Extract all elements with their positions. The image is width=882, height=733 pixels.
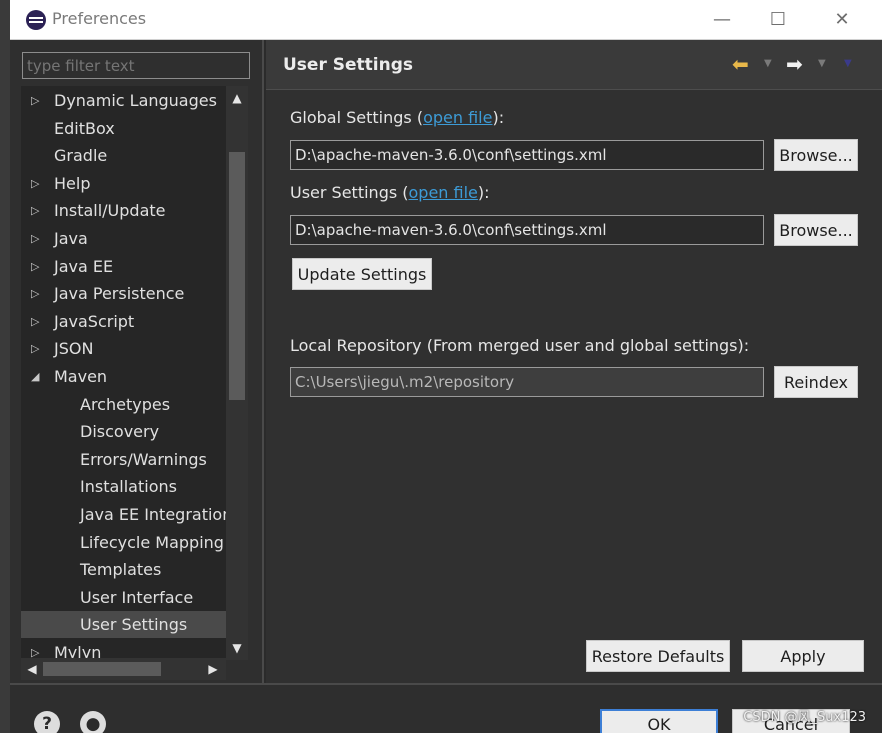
update-settings-button[interactable]: Update Settings bbox=[292, 258, 432, 290]
page-title: User Settings bbox=[283, 55, 413, 75]
scroll-left-icon[interactable]: ◀ bbox=[23, 658, 41, 680]
preference-tree: ▷ Dynamic Languages EditBox Gradle ▷ Help ▷ Ins… bbox=[21, 86, 226, 660]
tree-item-label: Java EE bbox=[54, 256, 114, 276]
forward-arrow-icon[interactable]: ➡ bbox=[786, 52, 803, 76]
settings-pane: User Settings ⬅ ▼ ➡ ▼ ▼ Global Settings … bbox=[266, 40, 882, 683]
tree-item-label: Java bbox=[54, 229, 88, 248]
minimize-button[interactable]: — bbox=[702, 4, 742, 34]
global-settings-field[interactable]: D:\apache-maven-3.6.0\conf\settings.xml bbox=[290, 140, 764, 170]
back-dropdown-icon[interactable]: ▼ bbox=[764, 58, 772, 69]
global-settings-text: Global Settings bbox=[290, 108, 412, 127]
tree-item-editbox[interactable]: EditBox bbox=[21, 115, 226, 142]
user-settings-text: User Settings bbox=[290, 183, 398, 202]
tree-item-lifecycle-mapping[interactable]: Lifecycle Mapping bbox=[21, 529, 226, 556]
user-settings-label: User Settings (open file): bbox=[290, 183, 490, 202]
maximize-button[interactable]: ☐ bbox=[758, 4, 798, 34]
expand-arrow-icon[interactable]: ▷ bbox=[31, 260, 41, 273]
tree-vertical-scrollbar[interactable]: ▲ ▼ bbox=[226, 86, 248, 660]
local-repository-field: C:\Users\jiegu\.m2\repository bbox=[290, 367, 764, 397]
tree-item-label: Dynamic Languages bbox=[54, 91, 217, 110]
scroll-thumb-horizontal[interactable] bbox=[43, 662, 161, 676]
tree-item-label: Discovery bbox=[80, 422, 160, 442]
tree-item-label: Archetypes bbox=[80, 394, 171, 414]
scroll-right-icon[interactable]: ▶ bbox=[204, 658, 222, 680]
tree-item-json[interactable]: ▷ JSON bbox=[21, 335, 226, 362]
expand-arrow-icon[interactable]: ▷ bbox=[31, 204, 41, 217]
tree-item-installations[interactable]: Installations bbox=[21, 473, 226, 500]
help-icon[interactable]: ? bbox=[34, 711, 60, 733]
tree-item-java[interactable]: ▷ Java bbox=[21, 225, 226, 252]
tree-item-label: Installations bbox=[80, 477, 177, 497]
global-settings-label: Global Settings (open file): bbox=[290, 108, 505, 127]
global-open-file-link[interactable]: open file bbox=[423, 108, 492, 127]
tree-item-label: JSON bbox=[54, 339, 94, 359]
tree-item-label: User Settings bbox=[80, 615, 188, 635]
tree-horizontal-scrollbar[interactable]: ◀ ▶ bbox=[21, 658, 226, 680]
tree-item-label: Java Persistence bbox=[54, 284, 185, 304]
window-title: Preferences bbox=[52, 9, 147, 28]
filter-input[interactable] bbox=[22, 52, 250, 79]
import-export-icon[interactable]: ● bbox=[80, 711, 106, 733]
tree-item-user-interface[interactable]: User Interface bbox=[21, 584, 226, 611]
ok-button[interactable]: OK bbox=[600, 709, 718, 733]
tree-item-install-update[interactable]: ▷ Install/Update bbox=[21, 197, 226, 224]
tree-item-label: Install/Update bbox=[54, 201, 166, 221]
scroll-up-icon[interactable]: ▲ bbox=[226, 88, 248, 108]
tree-item-label: Maven bbox=[54, 367, 108, 386]
tree-item-label: Errors/Warnings bbox=[80, 449, 207, 469]
expand-arrow-icon[interactable]: ▷ bbox=[31, 232, 41, 245]
tree-item-javascript[interactable]: ▷ JavaScript bbox=[21, 308, 226, 335]
tree-item-errors-warnings[interactable]: Errors/Warnings bbox=[21, 446, 226, 473]
local-repository-label: Local Repository (From merged user and g… bbox=[290, 336, 750, 355]
expand-arrow-icon[interactable]: ▷ bbox=[31, 342, 41, 355]
tree-item-archetypes[interactable]: Archetypes bbox=[21, 391, 226, 418]
title-bar: Preferences — ☐ ✕ bbox=[10, 0, 882, 40]
eclipse-icon bbox=[26, 10, 46, 30]
tree-item-label: EditBox bbox=[54, 118, 115, 138]
tree-item-user-settings[interactable]: User Settings bbox=[21, 611, 226, 639]
collapse-arrow-icon[interactable]: ◢ bbox=[31, 370, 41, 383]
reindex-button[interactable]: Reindex bbox=[774, 366, 858, 398]
tree-item-java-ee-integration[interactable]: Java EE Integration bbox=[21, 501, 226, 528]
user-open-file-link[interactable]: open file bbox=[409, 183, 478, 202]
tree-item-label: JavaScript bbox=[54, 311, 135, 331]
restore-defaults-button[interactable]: Restore Defaults bbox=[586, 640, 730, 672]
tree-item-discovery[interactable]: Discovery bbox=[21, 418, 226, 445]
expand-arrow-icon[interactable]: ▷ bbox=[31, 177, 41, 190]
preference-tree-pane: ▷ Dynamic Languages EditBox Gradle ▷ Help ▷ Ins… bbox=[10, 40, 264, 683]
tree-item-label: Gradle bbox=[54, 146, 108, 166]
tree-item-label: Help bbox=[54, 173, 91, 193]
tree-item-label: User Interface bbox=[80, 587, 194, 607]
view-menu-icon[interactable]: ▼ bbox=[844, 58, 852, 69]
watermark: CSDN @风_Sux123 bbox=[743, 710, 866, 725]
scroll-thumb[interactable] bbox=[229, 152, 245, 400]
expand-arrow-icon[interactable]: ▷ bbox=[31, 287, 41, 300]
expand-arrow-icon[interactable]: ▷ bbox=[31, 94, 41, 107]
tree-item-mylyn[interactable]: ▷ Mylyn bbox=[21, 639, 226, 660]
close-button[interactable]: ✕ bbox=[822, 4, 862, 34]
forward-dropdown-icon[interactable]: ▼ bbox=[818, 58, 826, 69]
tree-item-label: Templates bbox=[80, 560, 162, 580]
expand-arrow-icon[interactable]: ▷ bbox=[31, 315, 41, 328]
window-border bbox=[0, 0, 10, 733]
tree-item-java-persistence[interactable]: ▷ Java Persistence bbox=[21, 280, 226, 307]
page-header: User Settings ⬅ ▼ ➡ ▼ ▼ bbox=[266, 40, 882, 90]
tree-item-label: Java EE Integration bbox=[80, 505, 226, 524]
tree-item-help[interactable]: ▷ Help bbox=[21, 170, 226, 197]
tree-item-dynamic-languages[interactable]: ▷ Dynamic Languages bbox=[21, 87, 226, 114]
browse-global-button[interactable]: Browse... bbox=[774, 139, 858, 171]
tree-item-templates[interactable]: Templates bbox=[21, 556, 226, 583]
scroll-down-icon[interactable]: ▼ bbox=[226, 638, 248, 658]
browse-user-button[interactable]: Browse... bbox=[774, 214, 858, 246]
tree-item-maven[interactable]: ◢ Maven bbox=[21, 363, 226, 390]
apply-button[interactable]: Apply bbox=[742, 640, 864, 672]
user-settings-field[interactable]: D:\apache-maven-3.6.0\conf\settings.xml bbox=[290, 215, 764, 245]
back-arrow-icon[interactable]: ⬅ bbox=[732, 52, 749, 76]
tree-item-java-ee[interactable]: ▷ Java EE bbox=[21, 253, 226, 280]
tree-item-gradle[interactable]: Gradle bbox=[21, 142, 226, 169]
tree-item-label: Lifecycle Mapping bbox=[80, 532, 224, 552]
